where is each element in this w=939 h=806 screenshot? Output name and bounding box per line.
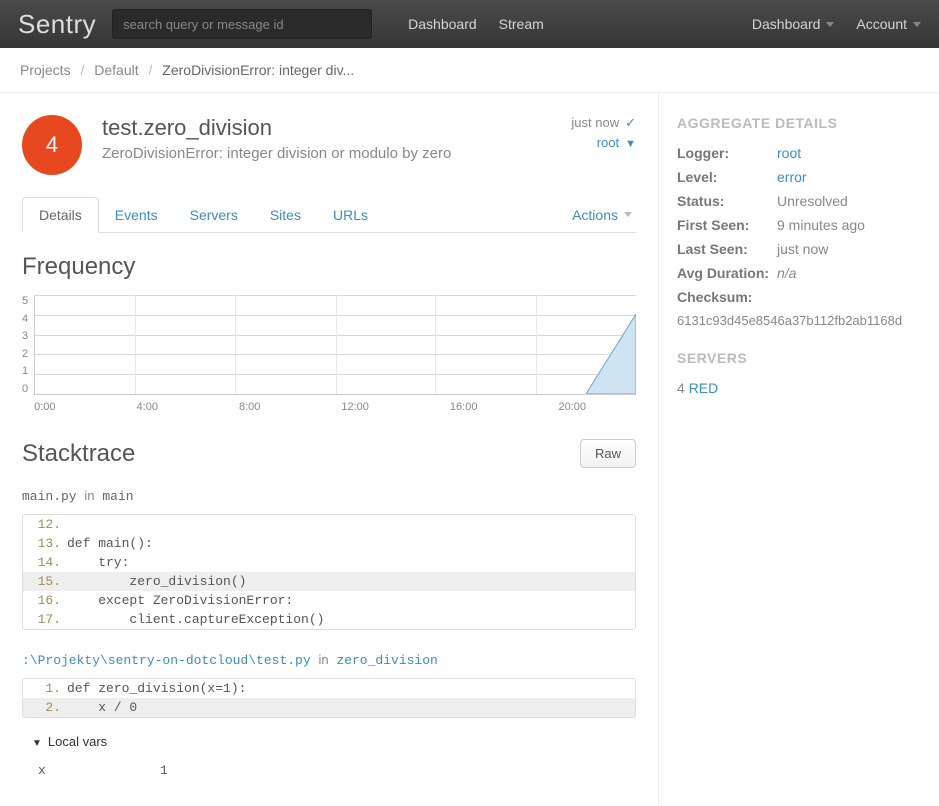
code-line: 14. try: — [23, 553, 635, 572]
actions-dropdown[interactable]: Actions — [568, 198, 636, 232]
aggregate-key: Avg Duration: — [677, 265, 777, 281]
aggregate-value: 9 minutes ago — [777, 217, 865, 233]
aggregate-key: Checksum: — [677, 289, 777, 305]
triangle-down-icon[interactable]: ▼ — [625, 138, 636, 150]
aggregate-row: Checksum: — [677, 289, 921, 305]
breadcrumb-current: ZeroDivisionError: integer div... — [162, 62, 354, 78]
local-vars-toggle[interactable]: Local vars — [22, 726, 636, 757]
aggregate-key: Logger: — [677, 145, 777, 161]
nav-links-left: Dashboard Stream — [408, 16, 544, 32]
code-line: 1.def zero_division(x=1): — [23, 679, 635, 698]
local-vars: Local varsx1 — [22, 726, 636, 784]
stacktrace-heading: Stacktrace — [22, 440, 135, 468]
aggregate-key: First Seen: — [677, 217, 777, 233]
code-line: 13.def main(): — [23, 534, 635, 553]
code-line: 15. zero_division() — [23, 572, 635, 591]
aggregate-value: Unresolved — [777, 193, 848, 209]
tab-details[interactable]: Details — [22, 197, 99, 233]
servers-heading: Servers — [677, 350, 921, 366]
error-subtitle: ZeroDivisionError: integer division or m… — [102, 145, 551, 162]
frequency-chart: 5 4 3 2 1 0 — [22, 295, 636, 413]
nav-dashboard[interactable]: Dashboard — [408, 16, 477, 32]
caret-down-icon — [826, 22, 834, 27]
code-block: 12.13.def main():14. try:15. zero_divisi… — [22, 514, 636, 630]
breadcrumb-projects[interactable]: Projects — [20, 62, 71, 78]
code-block: 1.def zero_division(x=1):2. x / 0 — [22, 678, 636, 718]
chart-x-axis: 0:00 4:00 8:00 12:00 16:00 20:00 — [34, 395, 636, 413]
last-seen-label: just now — [571, 115, 619, 130]
code-line: 16. except ZeroDivisionError: — [23, 591, 635, 610]
breadcrumb-default[interactable]: Default — [94, 62, 138, 78]
code-line: 2. x / 0 — [23, 698, 635, 717]
aggregate-value: just now — [777, 241, 828, 257]
frequency-heading: Frequency — [22, 253, 636, 281]
check-icon[interactable]: ✓ — [625, 115, 636, 130]
top-navbar: Sentry Dashboard Stream Dashboard Accoun… — [0, 0, 939, 48]
tab-sites[interactable]: Sites — [254, 198, 317, 232]
checksum-value: 6131c93d45e8546a37b112fb2ab1168d — [677, 313, 921, 328]
aggregate-key: Status: — [677, 193, 777, 209]
aggregate-row: Status:Unresolved — [677, 193, 921, 209]
chart-y-axis: 5 4 3 2 1 0 — [22, 295, 34, 395]
code-line: 12. — [23, 515, 635, 534]
nav-dashboard-dropdown[interactable]: Dashboard — [752, 16, 835, 32]
error-header: 4 test.zero_division ZeroDivisionError: … — [22, 115, 636, 175]
tab-bar: Details Events Servers Sites URLs Action… — [22, 197, 636, 233]
breadcrumb-sep: / — [149, 62, 153, 78]
chart-grid — [34, 295, 636, 395]
aggregate-row: Level:error — [677, 169, 921, 185]
sidebar: Aggregate Details Logger:rootLevel:error… — [659, 93, 939, 806]
nav-account-dropdown[interactable]: Account — [856, 16, 921, 32]
aggregate-heading: Aggregate Details — [677, 115, 921, 131]
aggregate-key: Level: — [677, 169, 777, 185]
error-meta: just now ✓ root ▼ — [571, 115, 636, 154]
breadcrumb: Projects / Default / ZeroDivisionError: … — [0, 48, 939, 93]
frame-location: :\Projekty\sentry-on-dotcloud\test.py in… — [22, 648, 636, 678]
breadcrumb-sep: / — [80, 62, 84, 78]
local-var-row: x1 — [24, 759, 634, 782]
frame-location: main.py in main — [22, 484, 636, 514]
brand-logo[interactable]: Sentry — [18, 9, 96, 40]
search-input[interactable] — [112, 9, 372, 39]
nav-links-right: Dashboard Account — [752, 16, 921, 32]
caret-down-icon — [624, 212, 632, 217]
caret-down-icon — [913, 22, 921, 27]
aggregate-value: n/a — [777, 265, 796, 281]
aggregate-key: Last Seen: — [677, 241, 777, 257]
error-user-link[interactable]: root — [597, 135, 619, 150]
aggregate-row: Avg Duration:n/a — [677, 265, 921, 281]
aggregate-row: Last Seen:just now — [677, 241, 921, 257]
raw-button[interactable]: Raw — [580, 439, 636, 468]
tab-events[interactable]: Events — [99, 198, 174, 232]
aggregate-row: Logger:root — [677, 145, 921, 161]
code-line: 17. client.captureException() — [23, 610, 635, 629]
nav-stream[interactable]: Stream — [499, 16, 544, 32]
aggregate-row: First Seen:9 minutes ago — [677, 217, 921, 233]
tab-urls[interactable]: URLs — [317, 198, 384, 232]
aggregate-value[interactable]: error — [777, 169, 807, 185]
tab-servers[interactable]: Servers — [174, 198, 254, 232]
server-entry: 4 RED — [677, 380, 921, 396]
chart-area-fill — [586, 314, 636, 394]
error-count-badge: 4 — [22, 115, 82, 175]
server-link[interactable]: RED — [689, 380, 719, 396]
aggregate-value[interactable]: root — [777, 145, 801, 161]
error-title: test.zero_division — [102, 115, 551, 141]
